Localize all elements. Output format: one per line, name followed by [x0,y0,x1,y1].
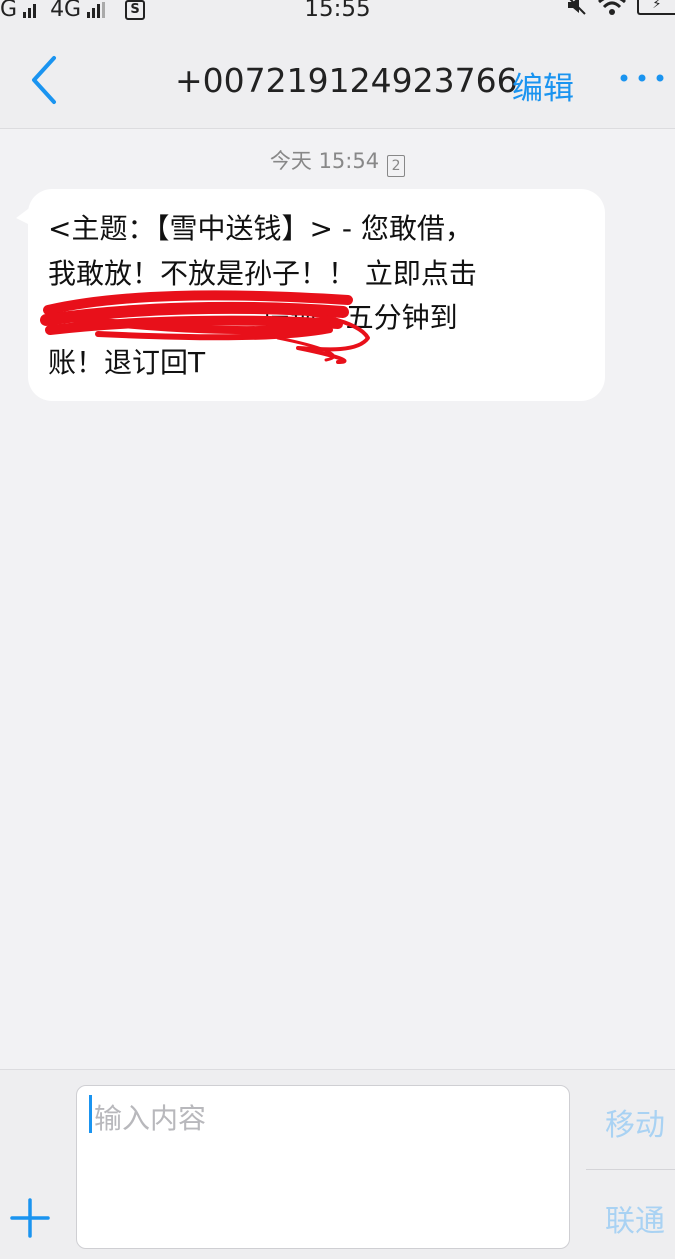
add-attachment-icon[interactable] [10,1198,50,1238]
message-input[interactable]: 输入内容 [76,1085,570,1249]
more-options-icon[interactable] [618,66,666,90]
back-arrow-icon[interactable] [24,54,68,106]
edit-button[interactable]: 编辑 [512,63,574,108]
sim-card-icon: 2 [387,155,406,177]
wifi-icon [598,0,626,15]
send-divider [586,1169,675,1170]
send-via-unicom-button[interactable]: 联通 [605,1196,665,1240]
send-via-mobile-button[interactable]: 移动 [605,1100,665,1144]
text-caret [89,1095,92,1133]
battery-icon: ⚡ [637,0,675,15]
status-bar: G 4G S 15:55 ⚡ [0,0,675,26]
input-placeholder: 输入内容 [94,1102,207,1135]
redaction-scribble [40,290,370,364]
composer-bar: 输入内容 移动 联通 [0,1069,675,1259]
contact-number: +007219124923766 [175,61,518,100]
message-timestamp: 今天 15:54 2 [0,145,675,177]
mute-icon [568,0,586,15]
timestamp-text: 今天 15:54 [269,149,380,173]
status-right: ⚡ [565,0,675,16]
conversation-header: +007219124923766 编辑 [0,26,675,129]
